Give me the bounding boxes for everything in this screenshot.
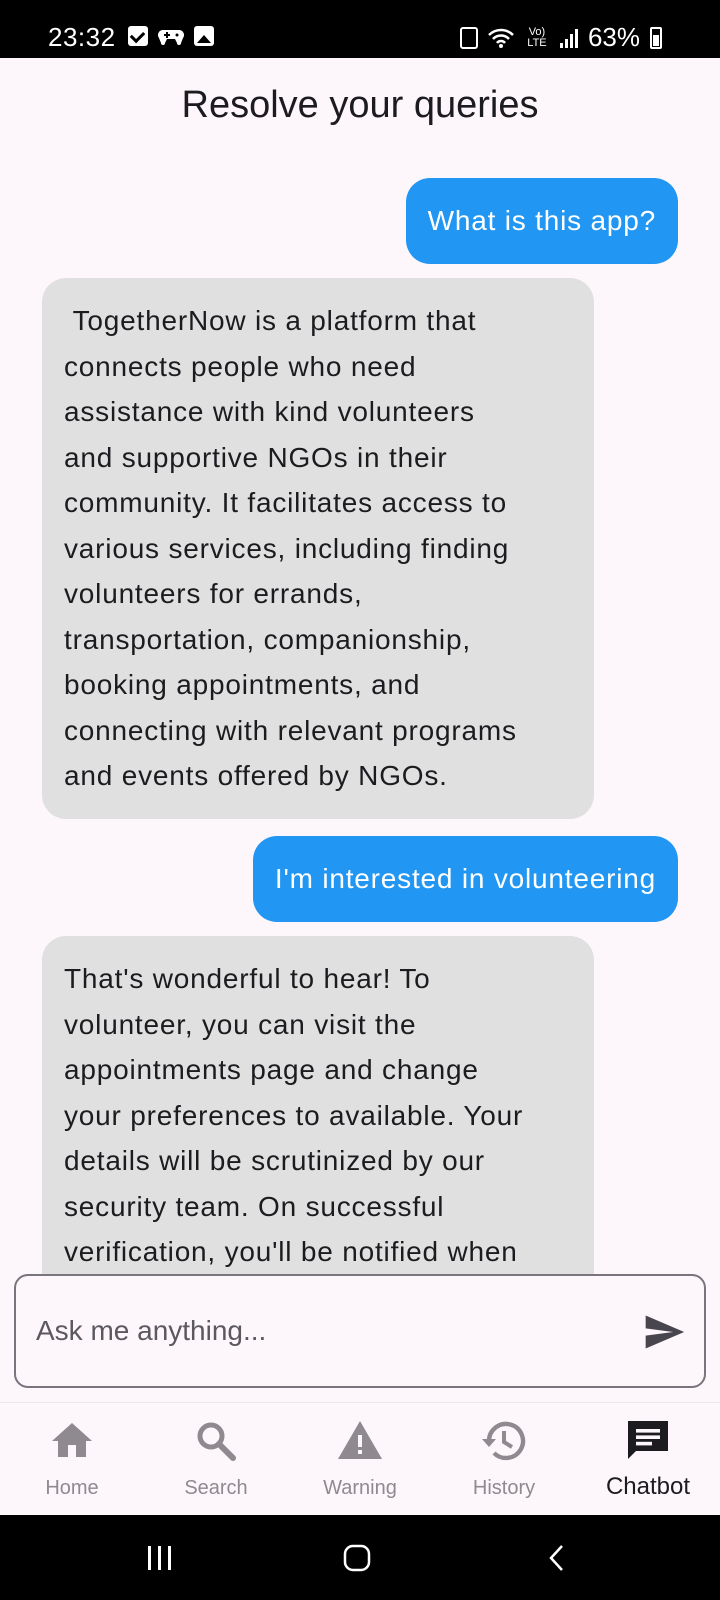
status-time: 23:32 xyxy=(48,22,116,52)
bottom-nav: Home Search Warning History Chatbot xyxy=(0,1402,720,1515)
message-input[interactable] xyxy=(36,1306,626,1356)
back-icon[interactable] xyxy=(546,1543,566,1573)
nav-item-warning[interactable]: Warning xyxy=(288,1403,432,1515)
system-status-icons: Vo) LTE 63% xyxy=(459,22,662,53)
nav-label-warning: Warning xyxy=(323,1477,397,1499)
recent-apps-icon[interactable] xyxy=(145,1543,175,1573)
user-message: What is this app? xyxy=(405,178,678,264)
game-controller-icon xyxy=(158,30,184,45)
user-message: I'm interested in volunteering xyxy=(252,836,678,922)
lte-label: Vo) LTE xyxy=(527,25,547,49)
lock-status-icon xyxy=(459,26,478,49)
nav-label-search: Search xyxy=(184,1477,248,1499)
message-input-box xyxy=(14,1274,706,1388)
nav-item-search[interactable]: Search xyxy=(144,1403,288,1515)
nav-item-chatbot[interactable]: Chatbot xyxy=(576,1403,720,1515)
bot-message: That's wonderful to hear! To volunteer, … xyxy=(42,936,594,1275)
wifi-icon xyxy=(488,28,514,48)
send-icon[interactable] xyxy=(642,1310,686,1354)
chat-icon xyxy=(628,1421,668,1459)
nav-item-history[interactable]: History xyxy=(432,1403,576,1515)
warning-icon xyxy=(338,1421,382,1459)
system-nav-bar xyxy=(0,1515,720,1600)
search-icon xyxy=(197,1422,236,1461)
notification-icons xyxy=(128,26,214,46)
checkbox-notification-icon xyxy=(128,26,148,46)
home-button-icon[interactable] xyxy=(342,1543,372,1573)
battery-percent: 63% xyxy=(587,22,640,52)
signal-icon xyxy=(559,28,578,48)
nav-label-history: History xyxy=(472,1477,536,1499)
battery-icon xyxy=(650,26,662,49)
bot-message: TogetherNow is a platform that connects … xyxy=(42,278,594,819)
page-title: Resolve your queries xyxy=(181,84,539,126)
nav-label-home: Home xyxy=(45,1477,99,1499)
image-notification-icon xyxy=(194,26,214,46)
chat-area[interactable]: What is this app? TogetherNow is a platf… xyxy=(0,160,720,1275)
nav-item-home[interactable]: Home xyxy=(0,1403,144,1515)
nav-label-chatbot: Chatbot xyxy=(605,1473,691,1500)
history-icon xyxy=(482,1421,526,1461)
status-bar: 23:32 Vo) LTE 63% xyxy=(0,0,720,58)
home-icon xyxy=(52,1423,92,1457)
